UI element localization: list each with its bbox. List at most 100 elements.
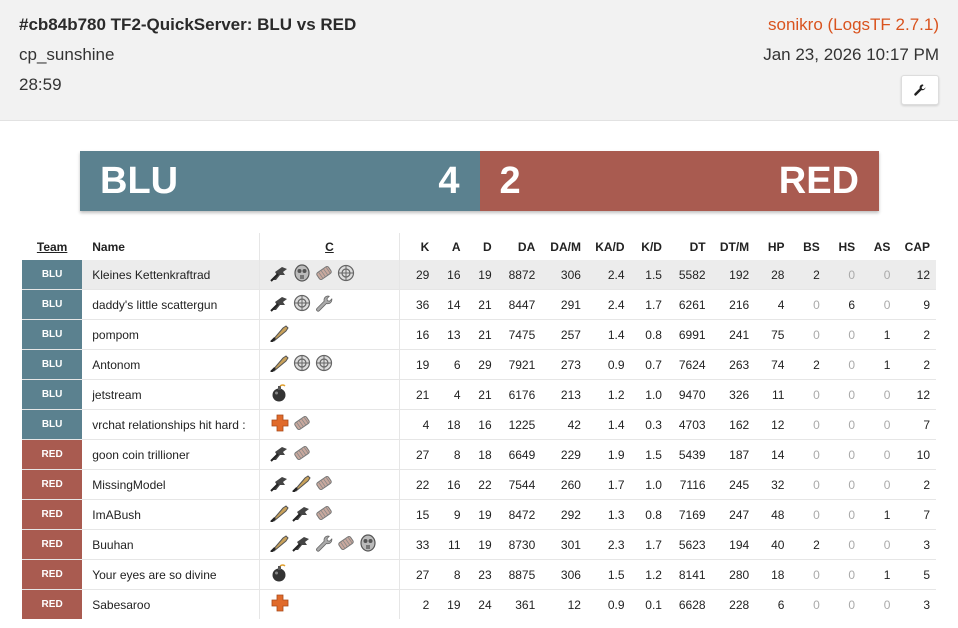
stat-dtm: 162: [711, 409, 756, 440]
col-cap-header[interactable]: CAP: [896, 233, 936, 260]
stat-cap: 12: [896, 379, 936, 410]
player-name[interactable]: Buuhan: [82, 529, 260, 560]
col-deaths-header[interactable]: D: [467, 233, 498, 260]
player-name[interactable]: pompom: [82, 319, 260, 350]
stat-kad: 1.7: [586, 469, 631, 500]
sniper-icon: [269, 534, 290, 555]
player-row[interactable]: RED Sabesaroo 2 19 24 361 12 0.9 0.1 6628 228 6 0 0 0 3: [22, 589, 936, 619]
player-name[interactable]: Kleines Kettenkraftrad: [82, 260, 260, 290]
player-row[interactable]: BLU Antonom 19 6 29 7921 273 0.9 0.7 7624 263 74 2 0 1…: [22, 349, 936, 380]
stat-hs: 0: [825, 559, 862, 590]
stat-as: 0: [861, 409, 897, 440]
stat-dtm: 247: [711, 499, 756, 530]
stat-deaths: 22: [466, 469, 498, 500]
player-row[interactable]: BLU Kleines Kettenkraftrad 29 16 19 8872 306 2.…: [22, 260, 936, 290]
stat-dtm: 245: [711, 469, 756, 500]
col-dt-header[interactable]: DT: [668, 233, 712, 260]
player-row[interactable]: BLU pompom 16 13 21 7475 257 1.4 0.8 6991 241 75 0 0 1…: [22, 319, 936, 350]
heavy-icon: [336, 534, 356, 555]
stat-kills: 36: [399, 289, 436, 320]
stat-kd: 1.2: [630, 559, 668, 590]
stat-da: 7475: [497, 319, 542, 350]
stat-kd: 1.7: [630, 529, 668, 560]
stat-dtm: 194: [711, 529, 756, 560]
stat-da: 8730: [497, 529, 542, 560]
stat-cap: 2: [896, 469, 936, 500]
stat-as: 0: [861, 260, 897, 290]
col-hs-header[interactable]: HS: [826, 233, 861, 260]
stat-cap: 5: [896, 559, 936, 590]
class-icons: [258, 499, 400, 530]
stat-dt: 4703: [667, 409, 712, 440]
map-name: cp_sunshine: [19, 45, 115, 64]
blu-team-name: BLU: [100, 159, 179, 202]
player-name[interactable]: MissingModel: [82, 469, 260, 500]
col-assists-header[interactable]: A: [435, 233, 466, 260]
player-row[interactable]: BLU vrchat relationships hit hard :4 18 16 1…: [22, 409, 936, 440]
col-da-header[interactable]: DA: [498, 233, 542, 260]
col-team-header[interactable]: Team: [22, 233, 82, 260]
stat-cap: 3: [896, 589, 936, 619]
stat-kd: 1.5: [630, 439, 668, 470]
team-score-bar: BLU 4 2 RED: [80, 151, 879, 211]
medic-icon: [270, 414, 290, 435]
player-name[interactable]: Sabesaroo: [82, 589, 260, 619]
player-row[interactable]: BLU daddy's little scattergun 36 14 21 8447 29…: [22, 289, 936, 320]
col-name-header: Name: [92, 239, 125, 254]
stat-da: 7921: [497, 349, 542, 380]
stat-kills: 15: [399, 499, 436, 530]
col-dam-header[interactable]: DA/M: [541, 233, 587, 260]
tools-button[interactable]: [901, 75, 939, 105]
engineer-icon: [314, 354, 334, 375]
log-title: #cb84b780 TF2-QuickServer: BLU vs RED: [19, 15, 357, 34]
stat-kills: 16: [399, 319, 436, 350]
col-hp-header[interactable]: HP: [755, 233, 790, 260]
class-icons: [258, 529, 400, 560]
stat-bs: 0: [790, 319, 826, 350]
stat-kd: 1.5: [630, 260, 668, 290]
col-bs-header[interactable]: BS: [790, 233, 825, 260]
col-class-header[interactable]: C: [258, 233, 400, 260]
stat-hp: 14: [755, 439, 791, 470]
col-kills-header[interactable]: K: [399, 233, 436, 260]
stat-kad: 2.3: [586, 529, 631, 560]
player-row[interactable]: RED ImABush 15 9 19 8472 292 1.3 0.8 7169 247 48 0 0 1…: [22, 499, 936, 530]
player-name[interactable]: jetstream: [82, 379, 260, 410]
player-name[interactable]: Your eyes are so divine: [82, 559, 260, 590]
stat-hp: 40: [755, 529, 791, 560]
stat-kills: 21: [399, 379, 436, 410]
class-icons: [258, 319, 400, 350]
player-row[interactable]: RED Your eyes are so divine 27 8 23 8875 306 1.…: [22, 559, 936, 590]
stat-deaths: 19: [466, 499, 498, 530]
player-row[interactable]: BLU jetstream 21 4 21 6176 213 1.2 1.0 9470 326 11 0…: [22, 379, 936, 410]
player-name[interactable]: vrchat relationships hit hard :: [82, 409, 260, 440]
stat-dam: 12: [541, 589, 587, 619]
col-as-header[interactable]: AS: [861, 233, 896, 260]
player-name[interactable]: ImABush: [82, 499, 260, 530]
stat-dtm: 241: [711, 319, 756, 350]
col-kd-header[interactable]: K/D: [631, 233, 668, 260]
class-icons: [258, 379, 400, 410]
stat-dam: 42: [541, 409, 587, 440]
demoman-icon: [270, 384, 290, 405]
stat-hp: 12: [755, 409, 791, 440]
player-name[interactable]: goon coin trillioner: [82, 439, 260, 470]
stat-kills: 33: [399, 529, 436, 560]
col-dtm-header[interactable]: DT/M: [712, 233, 756, 260]
red-team-name: RED: [778, 159, 859, 202]
stat-dt: 5623: [667, 529, 712, 560]
stat-hs: 0: [825, 499, 862, 530]
stat-kad: 1.4: [586, 319, 631, 350]
stat-hs: 0: [825, 469, 862, 500]
stat-dt: 7116: [667, 469, 712, 500]
sniper-icon: [291, 474, 312, 495]
scout-icon: [270, 264, 290, 285]
col-kad-header[interactable]: KA/D: [587, 233, 631, 260]
player-name[interactable]: daddy's little scattergun: [82, 289, 260, 320]
team-badge: RED: [22, 529, 83, 560]
player-row[interactable]: RED goon coin trillioner 27 8 18 6649 229 1.9 1.…: [22, 439, 936, 470]
player-name[interactable]: Antonom: [82, 349, 260, 380]
uploader-link[interactable]: sonikro (LogsTF 2.7.1): [768, 15, 939, 35]
player-row[interactable]: RED MissingModel 22 16 22 7544 260 1.7 1.0 7116 24…: [22, 469, 936, 500]
player-row[interactable]: RED Buuhan 33 11 19 8730 301 2.3 1.7 5623 194 40 2 0 0…: [22, 529, 936, 560]
